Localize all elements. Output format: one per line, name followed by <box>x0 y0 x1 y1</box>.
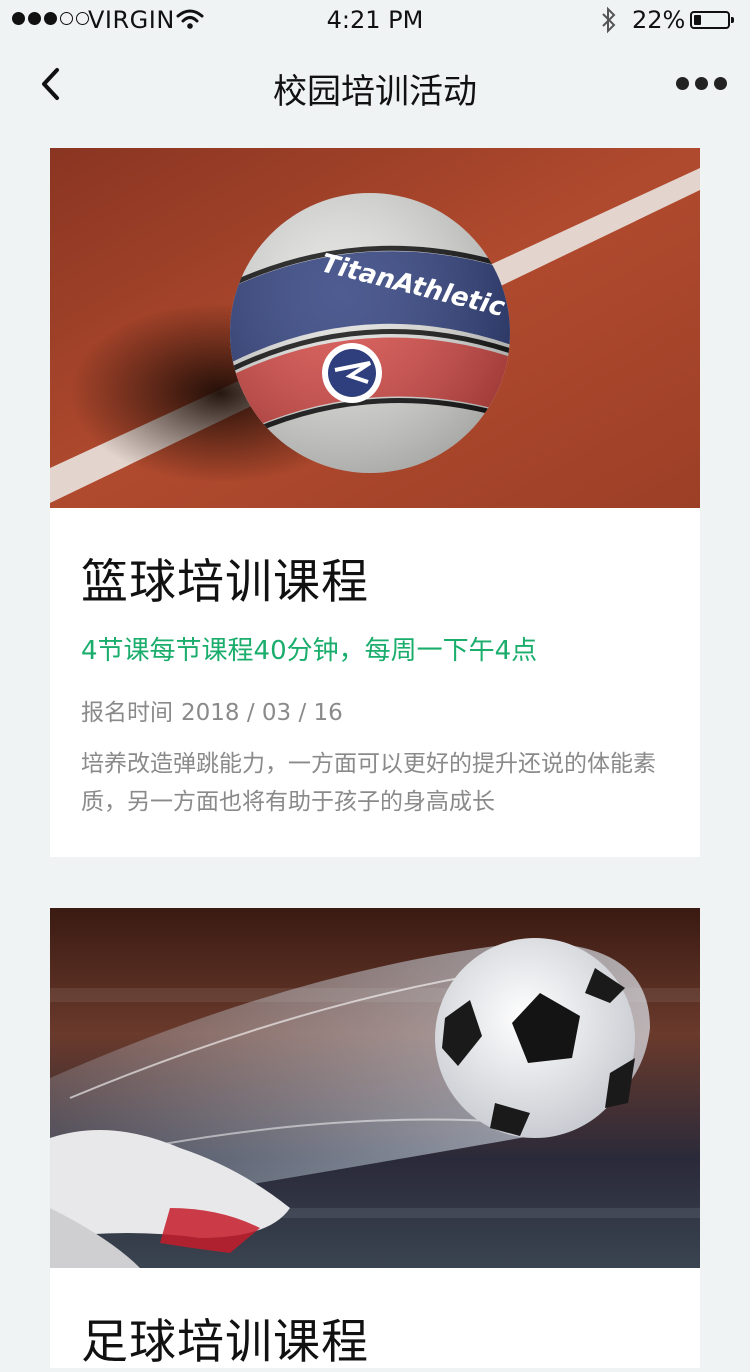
battery-percent: 22% <box>632 6 686 34</box>
registration-date: 报名时间 2018 / 03 / 16 <box>81 693 343 727</box>
course-title: 足球培训课程 <box>81 1315 369 1370</box>
course-description: 培养改造弹跳能力，一方面可以更好的提升还说的体能素质，另一方面也将有助于孩子的身… <box>81 751 656 815</box>
navigation-bar: 校园培训活动 <box>0 40 750 128</box>
more-dots-icon <box>676 76 689 90</box>
date-label: 报名时间 <box>81 700 173 726</box>
course-card-basketball[interactable]: TitanAthletic 篮球培训课程 4节课每节课程40分钟，每周一下午4点… <box>50 148 700 857</box>
status-bar: VIRGIN 4:21 PM 22% <box>0 0 750 40</box>
course-schedule: 4节课每节课程40分钟，每周一下午4点 <box>81 636 538 666</box>
course-card-football[interactable]: 足球培训课程 <box>50 908 700 1370</box>
more-button[interactable] <box>676 68 732 98</box>
bluetooth-icon <box>600 6 618 40</box>
course-title: 篮球培训课程 <box>81 555 369 610</box>
page-title: 校园培训活动 <box>273 72 477 112</box>
battery-icon <box>690 11 734 29</box>
date-value: 2018 / 03 / 16 <box>181 700 343 726</box>
basketball-image: TitanAthletic <box>50 148 700 508</box>
football-image <box>50 908 700 1268</box>
